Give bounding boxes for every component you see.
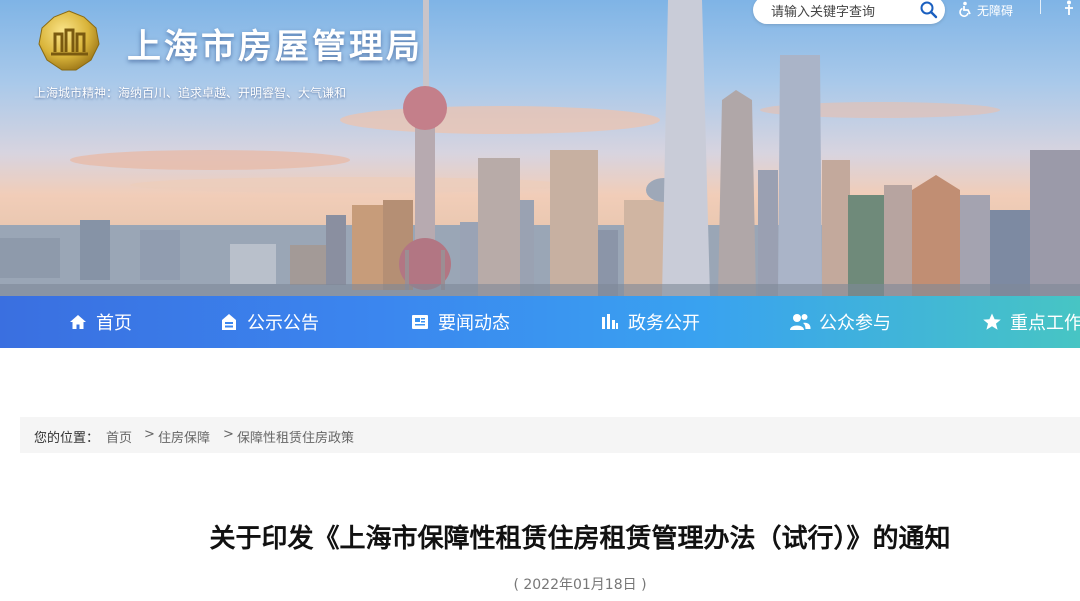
breadcrumb-item-home[interactable]: 首页 bbox=[106, 427, 132, 446]
breadcrumb-item-rental-housing-policy[interactable]: 保障性租赁住房政策 bbox=[237, 427, 354, 446]
nav-item-notices[interactable]: 公示公告 bbox=[219, 296, 319, 348]
breadcrumb-separator: > bbox=[223, 427, 234, 442]
nav-item-home[interactable]: 首页 bbox=[68, 296, 132, 348]
main-nav: 首页 公示公告 要闻动态 政务公开 公众参与 重点工作 bbox=[0, 296, 1080, 348]
nav-label: 重点工作 bbox=[1010, 313, 1080, 334]
nav-item-public-participation[interactable]: 公众参与 bbox=[789, 296, 891, 348]
nav-item-key-work[interactable]: 重点工作 bbox=[982, 296, 1080, 348]
nav-label: 公示公告 bbox=[247, 313, 319, 334]
article-title: 关于印发《上海市保障性租赁住房租赁管理办法（试行）》的通知 bbox=[209, 524, 951, 554]
nav-label: 要闻动态 bbox=[438, 313, 510, 334]
header-divider bbox=[1040, 0, 1041, 14]
breadcrumb: 您的位置： 首页 > 住房保障 > 保障性租赁住房政策 bbox=[20, 417, 1080, 453]
article-date: ( 2022年01月18日 ) bbox=[513, 577, 647, 593]
site-title[interactable]: 上海市房屋管理局 bbox=[127, 19, 423, 68]
chart-bars-icon bbox=[602, 314, 618, 329]
people-icon bbox=[790, 314, 811, 330]
search-icon[interactable] bbox=[919, 0, 939, 20]
wheelchair-icon bbox=[959, 1, 971, 17]
nav-item-government-affairs[interactable]: 政务公开 bbox=[600, 296, 700, 348]
elder-mode-icon[interactable] bbox=[1062, 0, 1076, 16]
notice-icon bbox=[222, 314, 236, 330]
city-spirit-slogan: 上海城市精神：海纳百川、追求卓越、开明睿智、大气谦和 bbox=[34, 86, 347, 100]
breadcrumb-item-housing-security[interactable]: 住房保障 bbox=[158, 427, 210, 446]
news-icon bbox=[412, 315, 428, 329]
breadcrumb-prefix: 您的位置： bbox=[34, 431, 100, 446]
bureau-logo bbox=[38, 10, 100, 71]
nav-item-news[interactable]: 要闻动态 bbox=[410, 296, 510, 348]
header-banner: 上海市房屋管理局 上海城市精神：海纳百川、追求卓越、开明睿智、大气谦和 无障碍 bbox=[0, 0, 1080, 296]
home-icon bbox=[70, 315, 86, 329]
search-input[interactable] bbox=[769, 2, 913, 22]
accessibility-label: 无障碍 bbox=[977, 4, 1014, 18]
nav-label: 公众参与 bbox=[819, 313, 891, 334]
star-icon bbox=[983, 313, 1001, 330]
breadcrumb-separator: > bbox=[144, 427, 155, 442]
search-box bbox=[753, 0, 945, 24]
nav-label: 政务公开 bbox=[628, 313, 700, 334]
nav-label: 首页 bbox=[96, 313, 132, 334]
